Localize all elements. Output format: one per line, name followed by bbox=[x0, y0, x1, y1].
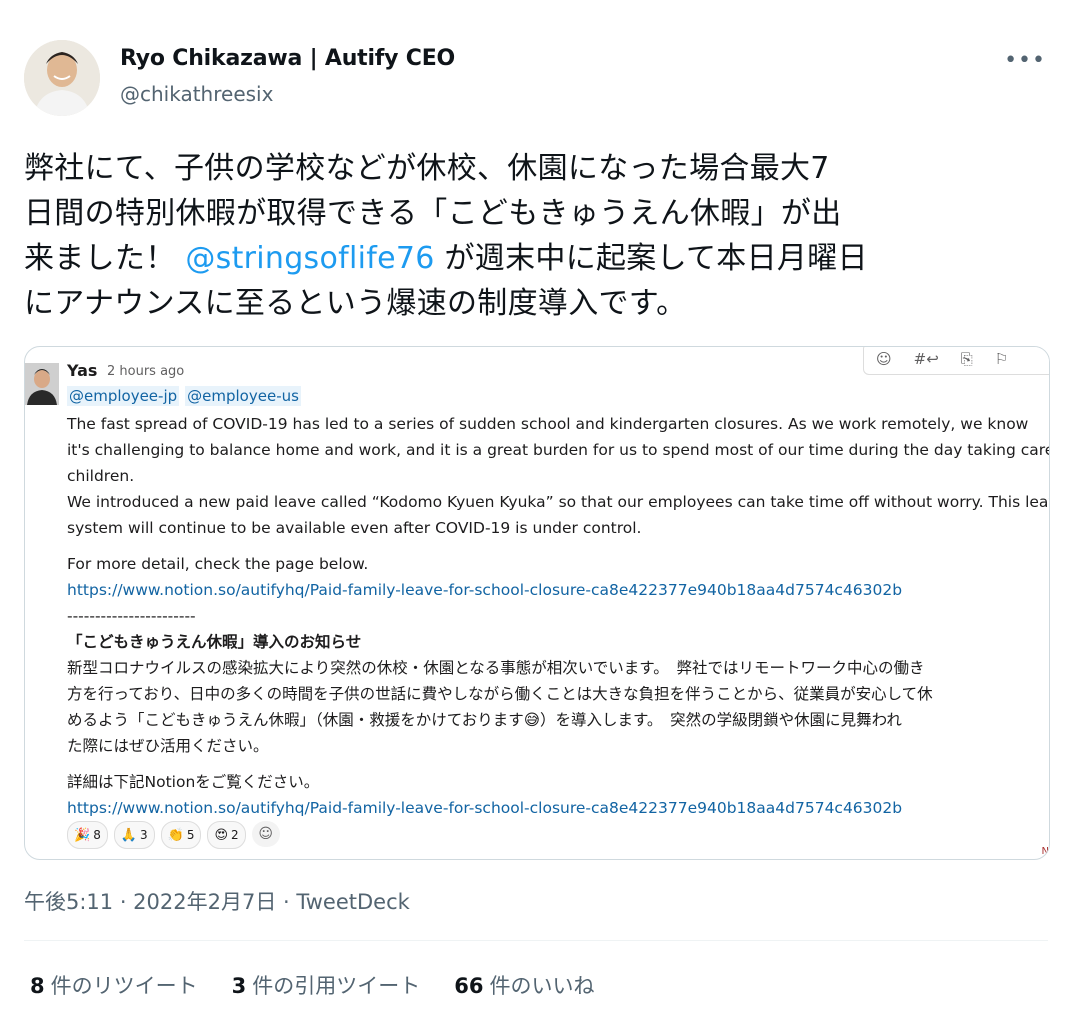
slack-reaction: 😍 2 bbox=[207, 821, 246, 849]
slack-message-body: The fast spread of COVID-19 has led to a… bbox=[67, 411, 1050, 821]
tweet-text-line: にアナウンスに至るという爆速の制度導入です。 bbox=[24, 286, 687, 321]
tweet-text-segment: が週末中に起案して本日月曜日 bbox=[434, 241, 868, 276]
slack-line: 詳細は下記Notionをご覧ください。 bbox=[67, 773, 320, 791]
reaction-emoji: 😍 bbox=[214, 827, 229, 843]
tweet-text-line: 来ました！ @stringsoflife76 が週末中に起案して本日月曜日 bbox=[24, 236, 1054, 281]
reply-thread-icon: #↩ bbox=[913, 350, 939, 368]
reaction-emoji: 🙏 bbox=[120, 827, 138, 843]
attached-image[interactable]: Yas 2 hours ago ☺ #↩ ⎘ ⚐ @employee-jp @em… bbox=[24, 346, 1050, 860]
slack-reaction: 🙏 3 bbox=[113, 821, 155, 849]
slack-divider-text: ----------------------- bbox=[67, 607, 196, 625]
tweet-text: 弊社にて、子供の学校などが休校、休園になった場合最大7 日間の特別休暇が取得でき… bbox=[24, 146, 1054, 326]
slack-line: The fast spread of COVID-19 has led to a… bbox=[67, 415, 1029, 433]
tweet-timestamp[interactable]: 午後5:11 · 2022年2月7日 · TweetDeck bbox=[24, 886, 410, 916]
author-handle[interactable]: @chikathreesix bbox=[120, 82, 273, 106]
slack-line: 方を行っており、日中の多くの時間を子供の世話に費やしながら働くことは大きな負担を… bbox=[67, 685, 933, 703]
add-reaction-icon: ☺ bbox=[251, 821, 280, 847]
tweet-stats: 8 件のリツイート 3 件の引用ツイート 66 件のいいね bbox=[30, 970, 594, 1000]
share-icon: ⎘ bbox=[960, 350, 973, 368]
slack-mentions: @employee-jp @employee-us bbox=[67, 386, 307, 406]
tweet: Ryo Chikazawa | Autify CEO @chikathreesi… bbox=[0, 0, 1072, 1022]
slack-link: https://www.notion.so/autifyhq/Paid-fami… bbox=[67, 581, 903, 599]
slack-line: めるよう「こどもきゅうえん休暇」（休園・救援をかけております😅）を導入します。 … bbox=[67, 711, 902, 729]
slack-user-avatar bbox=[25, 363, 59, 405]
slack-message-toolbar: ☺ #↩ ⎘ ⚐ bbox=[863, 347, 1049, 375]
divider bbox=[24, 940, 1048, 941]
reaction-count: 3 bbox=[140, 828, 148, 842]
author-avatar[interactable] bbox=[24, 40, 100, 116]
slack-user-name: Yas bbox=[67, 361, 98, 380]
reaction-count: 8 bbox=[93, 828, 101, 842]
slack-reaction: 🎉 8 bbox=[67, 821, 108, 849]
slack-reaction: 👏 5 bbox=[160, 821, 202, 849]
slack-jp-title: 「こどもきゅうえん休暇」導入のお知らせ bbox=[67, 633, 362, 651]
tweet-text-line: 弊社にて、子供の学校などが休校、休園になった場合最大7 bbox=[24, 151, 830, 186]
tweet-text-line: 日間の特別休暇が取得できる「こどもきゅうえん休暇」が出 bbox=[24, 196, 842, 231]
slack-line: For more detail, check the page below. bbox=[67, 555, 369, 573]
reaction-count: 5 bbox=[186, 828, 195, 842]
reaction-count: 2 bbox=[231, 828, 239, 842]
slack-line: it's challenging to balance home and wor… bbox=[67, 441, 1050, 459]
quotes-stat[interactable]: 3 件の引用ツイート bbox=[232, 970, 421, 1000]
slack-line: 新型コロナウイルスの感染拡大により突然の休校・休園となる事態が相次いでいます。 … bbox=[67, 659, 925, 677]
reaction-emoji: 👏 bbox=[167, 827, 184, 843]
more-options-icon[interactable]: ••• bbox=[1004, 48, 1046, 73]
slack-line: children. bbox=[67, 467, 135, 485]
slack-line: system will continue to be available eve… bbox=[67, 519, 642, 537]
slack-line: We introduced a new paid leave called “K… bbox=[67, 493, 1050, 511]
slack-timestamp: 2 hours ago bbox=[107, 364, 185, 379]
likes-stat[interactable]: 66 件のいいね bbox=[454, 970, 594, 1000]
slack-mention-group: @employee-jp bbox=[67, 386, 180, 406]
slack-link: https://www.notion.so/autifyhq/Paid-fami… bbox=[67, 799, 903, 817]
reaction-emoji: 🎉 bbox=[74, 827, 91, 843]
tweet-text-segment: 来ました！ bbox=[24, 241, 186, 276]
slack-reactions: 🎉 8 🙏 3 👏 5 😍 2 ☺ bbox=[67, 821, 280, 849]
corner-text: N bbox=[1041, 846, 1049, 857]
slack-line: た際にはぜひ活用ください。 bbox=[67, 737, 269, 755]
add-reaction-icon: ☺ bbox=[876, 350, 892, 368]
retweets-stat[interactable]: 8 件のリツイート bbox=[30, 970, 198, 1000]
slack-mention-group: @employee-us bbox=[185, 386, 301, 406]
mention-link[interactable]: @stringsoflife76 bbox=[185, 241, 434, 276]
author-name[interactable]: Ryo Chikazawa | Autify CEO bbox=[120, 46, 455, 71]
bookmark-icon: ⚐ bbox=[994, 350, 1009, 368]
